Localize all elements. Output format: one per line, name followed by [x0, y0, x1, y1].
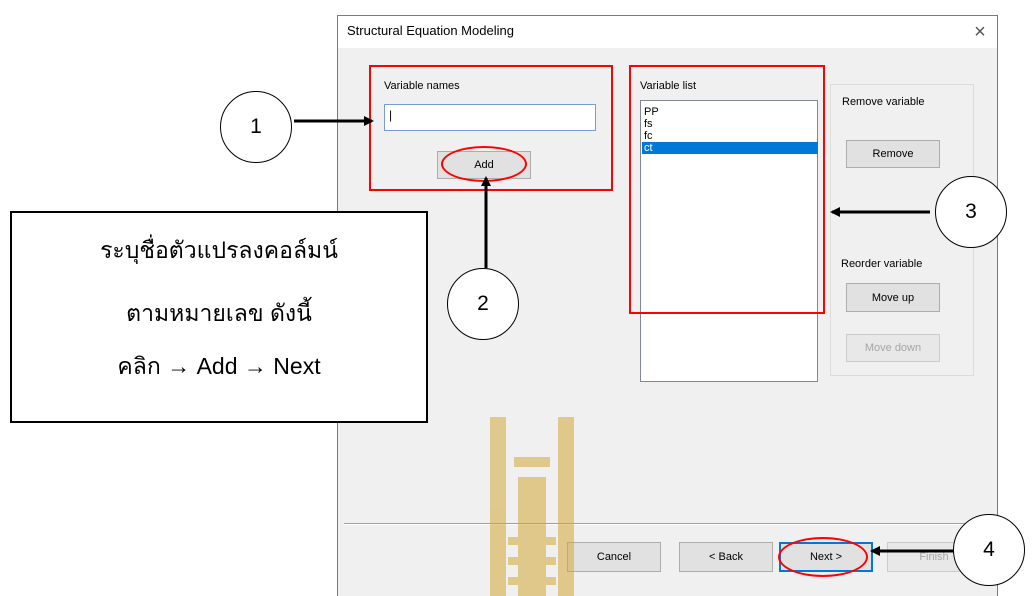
callout-3: 3: [935, 176, 1007, 248]
instruction-line-1: ระบุชื่อตัวแปรลงคอล์มน์: [100, 237, 338, 263]
callout-2: 2: [447, 268, 519, 340]
instruction-box: ระบุชื่อตัวแปรลงคอล์มน์ ตามหมายเลข ดังนี…: [10, 211, 428, 423]
callout-4: 4: [953, 514, 1025, 586]
instruction-line-2: ตามหมายเลข ดังนี้: [126, 300, 312, 326]
instruction-line-3: คลิก → Add → Next: [117, 353, 321, 379]
callout-1: 1: [220, 91, 292, 163]
